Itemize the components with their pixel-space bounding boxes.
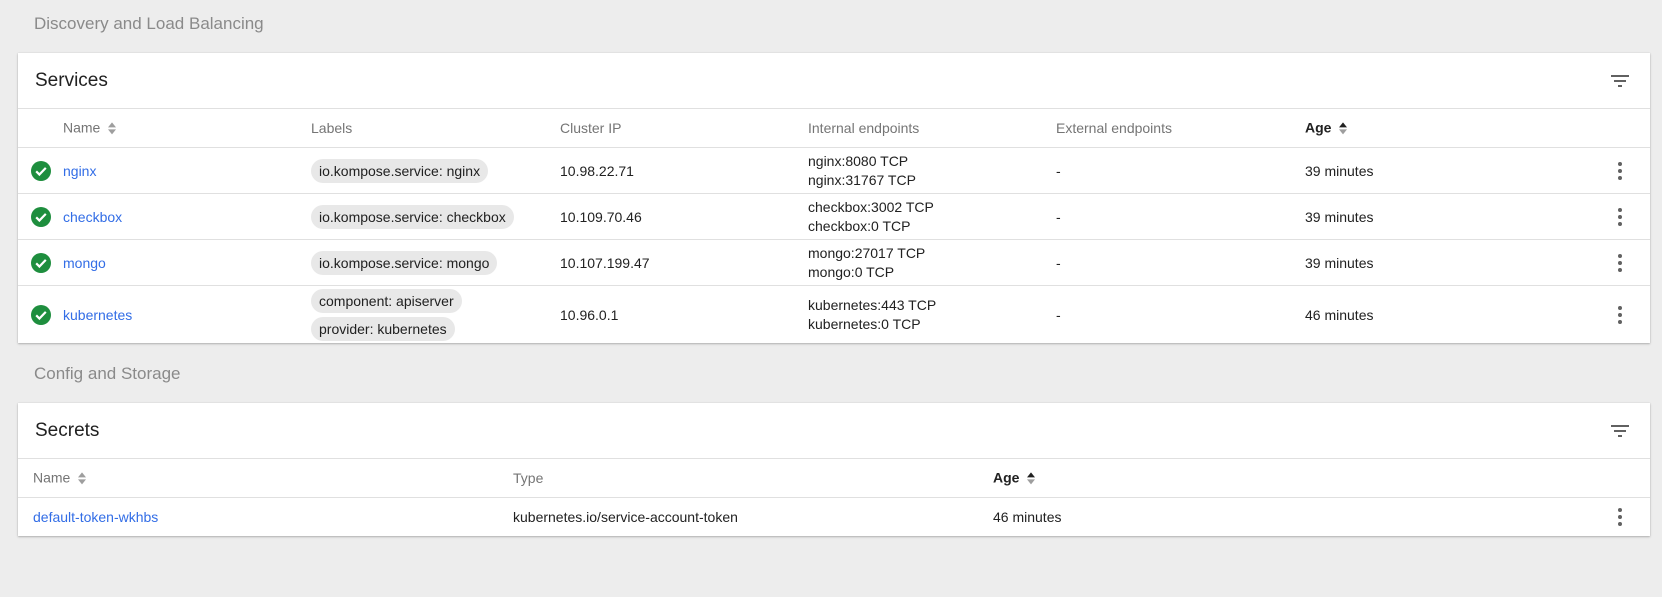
age: 39 minutes — [1305, 254, 1374, 271]
external-endpoints: - — [1056, 306, 1061, 323]
services-card: Services Name Labels Cluster IP Internal… — [18, 53, 1650, 343]
secrets-title: Secrets — [35, 420, 100, 441]
secret-type: kubernetes.io/service-account-token — [513, 509, 738, 525]
internal-endpoints: kubernetes:443 TCP kubernetes:0 TCP — [808, 296, 936, 334]
column-header-age-label: Age — [1305, 119, 1332, 136]
internal-endpoints: checkbox:3002 TCP checkbox:0 TCP — [808, 198, 934, 236]
section-title-discovery: Discovery and Load Balancing — [34, 14, 264, 33]
check-circle-icon — [31, 206, 51, 227]
check-circle-icon — [31, 160, 51, 181]
internal-endpoints: mongo:27017 TCP mongo:0 TCP — [808, 244, 925, 282]
more-vert-icon[interactable] — [1612, 305, 1628, 325]
label-chip: provider: kubernetes — [311, 316, 455, 341]
filter-icon[interactable] — [1608, 419, 1632, 443]
table-row: kubernetes component: apiserver provider… — [18, 286, 1650, 343]
age: 46 minutes — [993, 509, 1062, 525]
check-circle-icon — [31, 252, 51, 273]
secret-name-link[interactable]: default-token-wkhbs — [33, 509, 158, 525]
column-header-type: Type — [513, 470, 544, 486]
services-table-header: Name Labels Cluster IP Internal endpoint… — [18, 109, 1650, 148]
secrets-card: Secrets Name Type Age default-token-wkhb… — [18, 403, 1650, 536]
column-header-name-label: Name — [63, 119, 101, 136]
secrets-card-header: Secrets — [18, 403, 1650, 459]
more-vert-icon[interactable] — [1612, 253, 1628, 273]
cluster-ip: 10.107.199.47 — [560, 254, 650, 271]
filter-icon[interactable] — [1608, 69, 1632, 93]
services-card-header: Services — [18, 53, 1650, 109]
internal-endpoint: checkbox:3002 TCP — [808, 198, 934, 215]
column-header-age-label: Age — [993, 469, 1020, 486]
column-header-external-endpoints: External endpoints — [1056, 120, 1172, 136]
service-name-link[interactable]: kubernetes — [63, 307, 132, 323]
label-chip: io.kompose.service: checkbox — [311, 204, 514, 229]
cluster-ip: 10.98.22.71 — [560, 162, 634, 179]
internal-endpoints: nginx:8080 TCP nginx:31767 TCP — [808, 152, 916, 190]
cluster-ip: 10.109.70.46 — [560, 208, 642, 225]
more-vert-icon[interactable] — [1612, 507, 1628, 527]
column-header-name-label: Name — [33, 469, 71, 486]
internal-endpoint: kubernetes:443 TCP — [808, 296, 937, 313]
age: 46 minutes — [1305, 306, 1374, 323]
sort-icon[interactable] — [106, 121, 118, 137]
external-endpoints: - — [1056, 208, 1061, 225]
column-header-age[interactable]: Age — [1305, 119, 1349, 136]
table-row: mongo io.kompose.service: mongo 10.107.1… — [18, 240, 1650, 286]
service-name-link[interactable]: nginx — [63, 163, 96, 179]
check-circle-icon — [31, 304, 51, 325]
table-row: default-token-wkhbs kubernetes.io/servic… — [18, 498, 1650, 536]
service-name-link[interactable]: checkbox — [63, 209, 122, 225]
internal-endpoint: nginx:31767 TCP — [808, 171, 916, 188]
sort-icon[interactable] — [1337, 121, 1349, 137]
column-header-internal-endpoints: Internal endpoints — [808, 120, 920, 136]
column-header-labels: Labels — [311, 120, 353, 136]
internal-endpoint: checkbox:0 TCP — [808, 217, 911, 234]
label-chip: io.kompose.service: nginx — [311, 158, 489, 183]
external-endpoints: - — [1056, 162, 1061, 179]
cluster-ip: 10.96.0.1 — [560, 306, 619, 323]
column-header-age[interactable]: Age — [993, 469, 1037, 486]
internal-endpoint: kubernetes:0 TCP — [808, 315, 921, 332]
secrets-table-header: Name Type Age — [18, 459, 1650, 498]
more-vert-icon[interactable] — [1612, 161, 1628, 181]
column-header-name[interactable]: Name — [63, 119, 118, 136]
table-row: nginx io.kompose.service: nginx 10.98.22… — [18, 148, 1650, 194]
label-chips: component: apiserver provider: kubernete… — [311, 288, 462, 341]
column-header-name[interactable]: Name — [33, 469, 88, 486]
sort-icon[interactable] — [76, 471, 88, 487]
label-chip: component: apiserver — [311, 288, 462, 313]
age: 39 minutes — [1305, 162, 1374, 179]
sort-icon[interactable] — [1025, 471, 1037, 487]
column-header-cluster-ip: Cluster IP — [560, 120, 622, 136]
external-endpoints: - — [1056, 254, 1061, 271]
table-row: checkbox io.kompose.service: checkbox 10… — [18, 194, 1650, 240]
age: 39 minutes — [1305, 208, 1374, 225]
section-title-config: Config and Storage — [34, 364, 181, 383]
internal-endpoint: nginx:8080 TCP — [808, 152, 909, 169]
internal-endpoint: mongo:0 TCP — [808, 263, 895, 280]
more-vert-icon[interactable] — [1612, 207, 1628, 227]
services-title: Services — [35, 70, 108, 91]
label-chip: io.kompose.service: mongo — [311, 250, 498, 275]
internal-endpoint: mongo:27017 TCP — [808, 244, 926, 261]
service-name-link[interactable]: mongo — [63, 255, 106, 271]
